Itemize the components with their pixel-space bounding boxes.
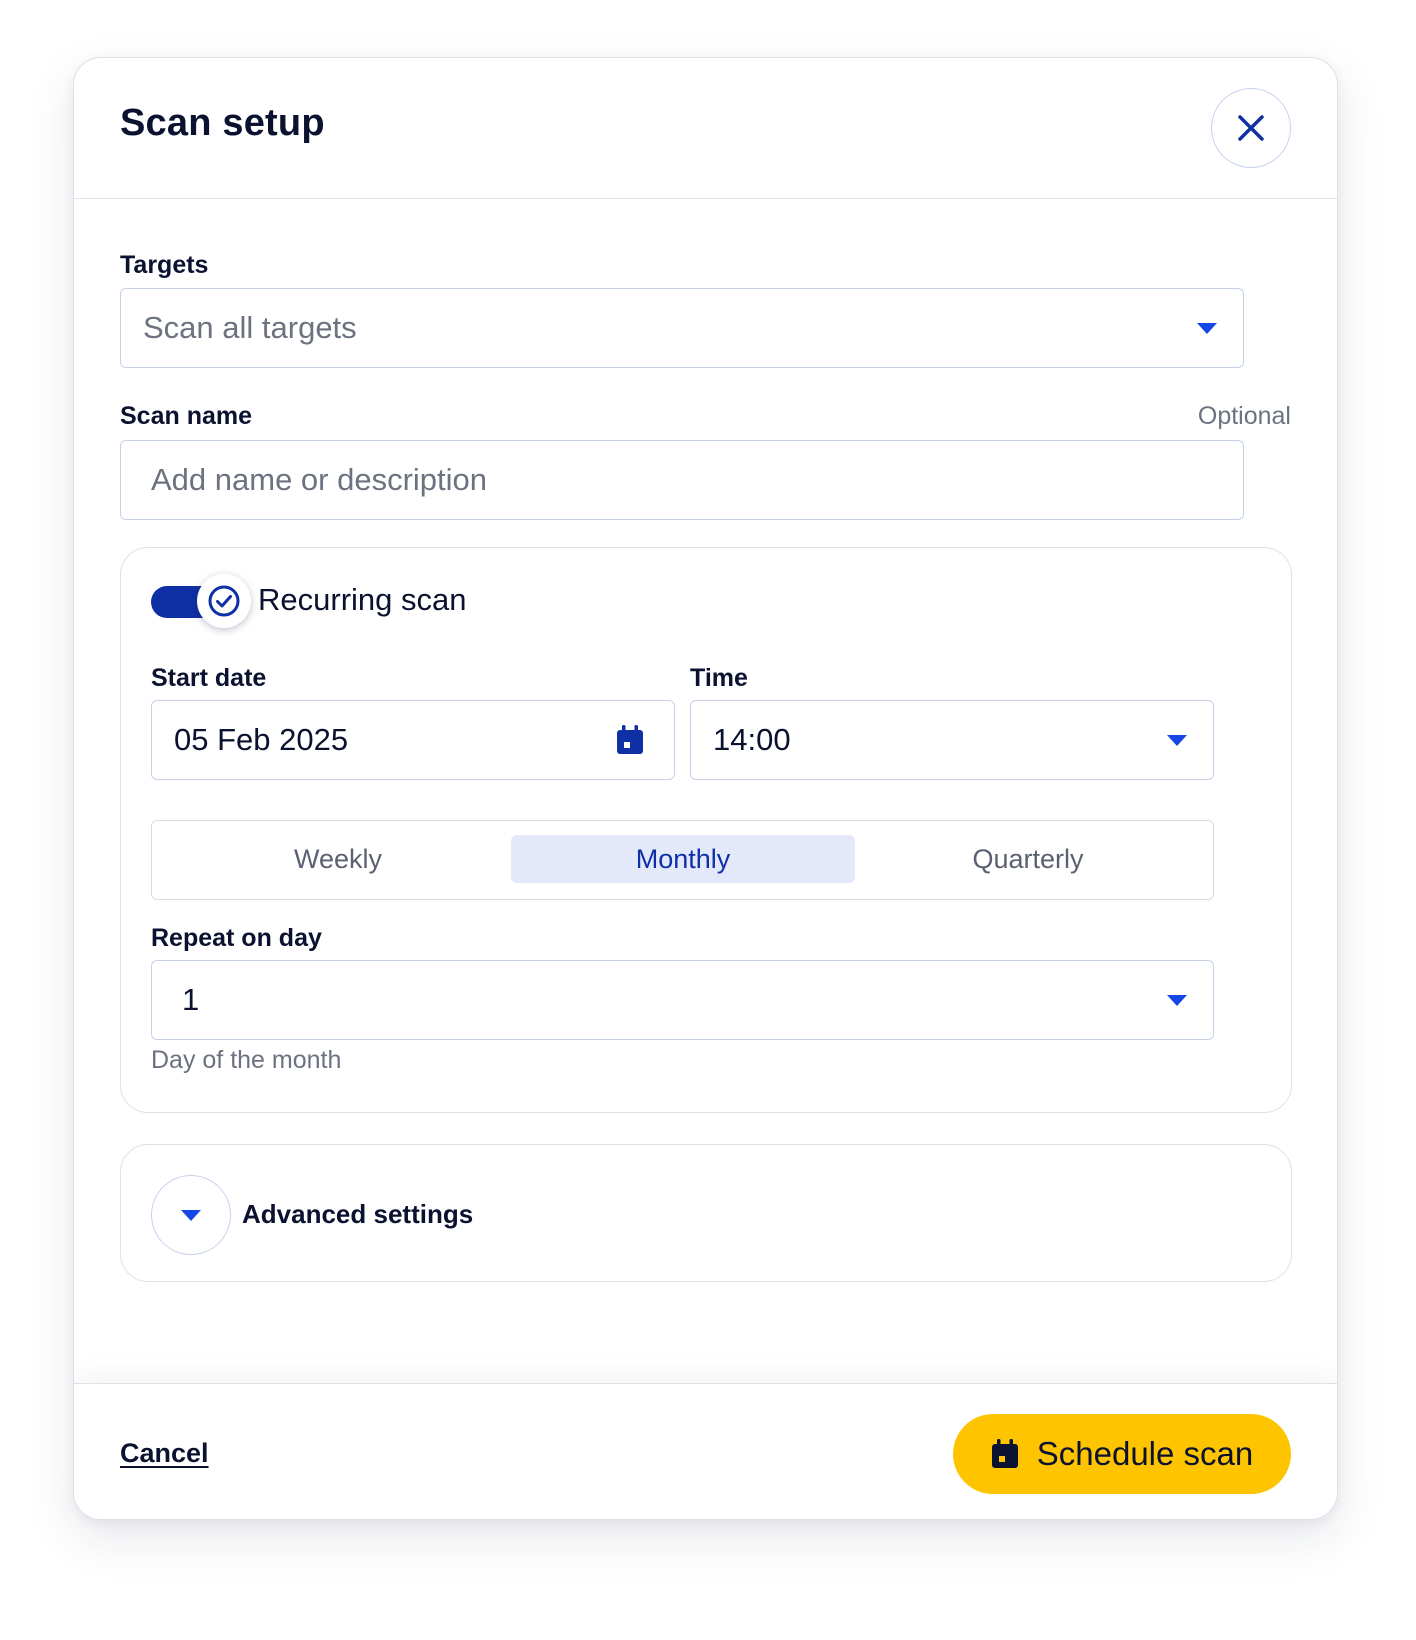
calendar-icon[interactable] xyxy=(616,725,644,755)
time-value: 14:00 xyxy=(713,722,791,757)
recurring-scan-label: Recurring scan xyxy=(258,582,467,617)
chevron-down-icon xyxy=(1167,995,1187,1006)
targets-value: Scan all targets xyxy=(143,310,357,345)
chevron-down-icon xyxy=(181,1210,201,1221)
close-icon xyxy=(1238,115,1264,141)
scan-setup-dialog: Scan setup Targets Scan all targets Scan… xyxy=(73,57,1338,1520)
check-circle-icon xyxy=(208,585,240,617)
close-button[interactable] xyxy=(1211,88,1291,168)
dialog-header: Scan setup xyxy=(74,58,1337,199)
cancel-button[interactable]: Cancel xyxy=(120,1438,209,1469)
repeat-on-day-select[interactable]: 1 xyxy=(151,960,1214,1040)
schedule-scan-button[interactable]: Schedule scan xyxy=(953,1414,1291,1494)
frequency-quarterly[interactable]: Quarterly xyxy=(856,835,1200,883)
optional-text: Optional xyxy=(1197,402,1291,430)
toggle-knob xyxy=(197,574,251,628)
repeat-on-day-label: Repeat on day xyxy=(151,924,322,952)
frequency-segmented-control: Weekly Monthly Quarterly xyxy=(151,820,1214,900)
targets-label: Targets xyxy=(120,251,209,279)
frequency-monthly[interactable]: Monthly xyxy=(511,835,855,883)
schedule-scan-label: Schedule scan xyxy=(1036,1435,1254,1472)
start-date-field[interactable]: 05 Feb 2025 xyxy=(151,700,675,780)
repeat-on-day-helper: Day of the month xyxy=(151,1046,342,1074)
calendar-icon xyxy=(991,1439,1018,1468)
advanced-settings-label: Advanced settings xyxy=(242,1199,474,1229)
recurring-toggle[interactable] xyxy=(151,574,251,628)
chevron-down-icon xyxy=(1197,323,1217,334)
chevron-down-icon xyxy=(1167,735,1187,746)
targets-select[interactable]: Scan all targets xyxy=(120,288,1244,368)
repeat-on-day-value: 1 xyxy=(182,982,200,1017)
scan-name-label: Scan name xyxy=(120,402,253,430)
scan-name-input[interactable] xyxy=(121,462,1243,498)
time-select[interactable]: 14:00 xyxy=(690,700,1214,780)
dialog-title: Scan setup xyxy=(120,102,325,144)
advanced-settings-card[interactable]: Advanced settings xyxy=(120,1144,1292,1282)
time-label: Time xyxy=(690,664,748,692)
start-date-label: Start date xyxy=(151,664,267,692)
frequency-weekly[interactable]: Weekly xyxy=(166,835,510,883)
start-date-value: 05 Feb 2025 xyxy=(174,722,349,757)
advanced-settings-expand-button[interactable] xyxy=(151,1175,231,1255)
recurring-scan-card: Recurring scan Start date 05 Feb 2025 Ti… xyxy=(120,547,1292,1113)
scan-name-field[interactable] xyxy=(120,440,1244,520)
dialog-footer: Cancel Schedule scan xyxy=(74,1383,1337,1519)
